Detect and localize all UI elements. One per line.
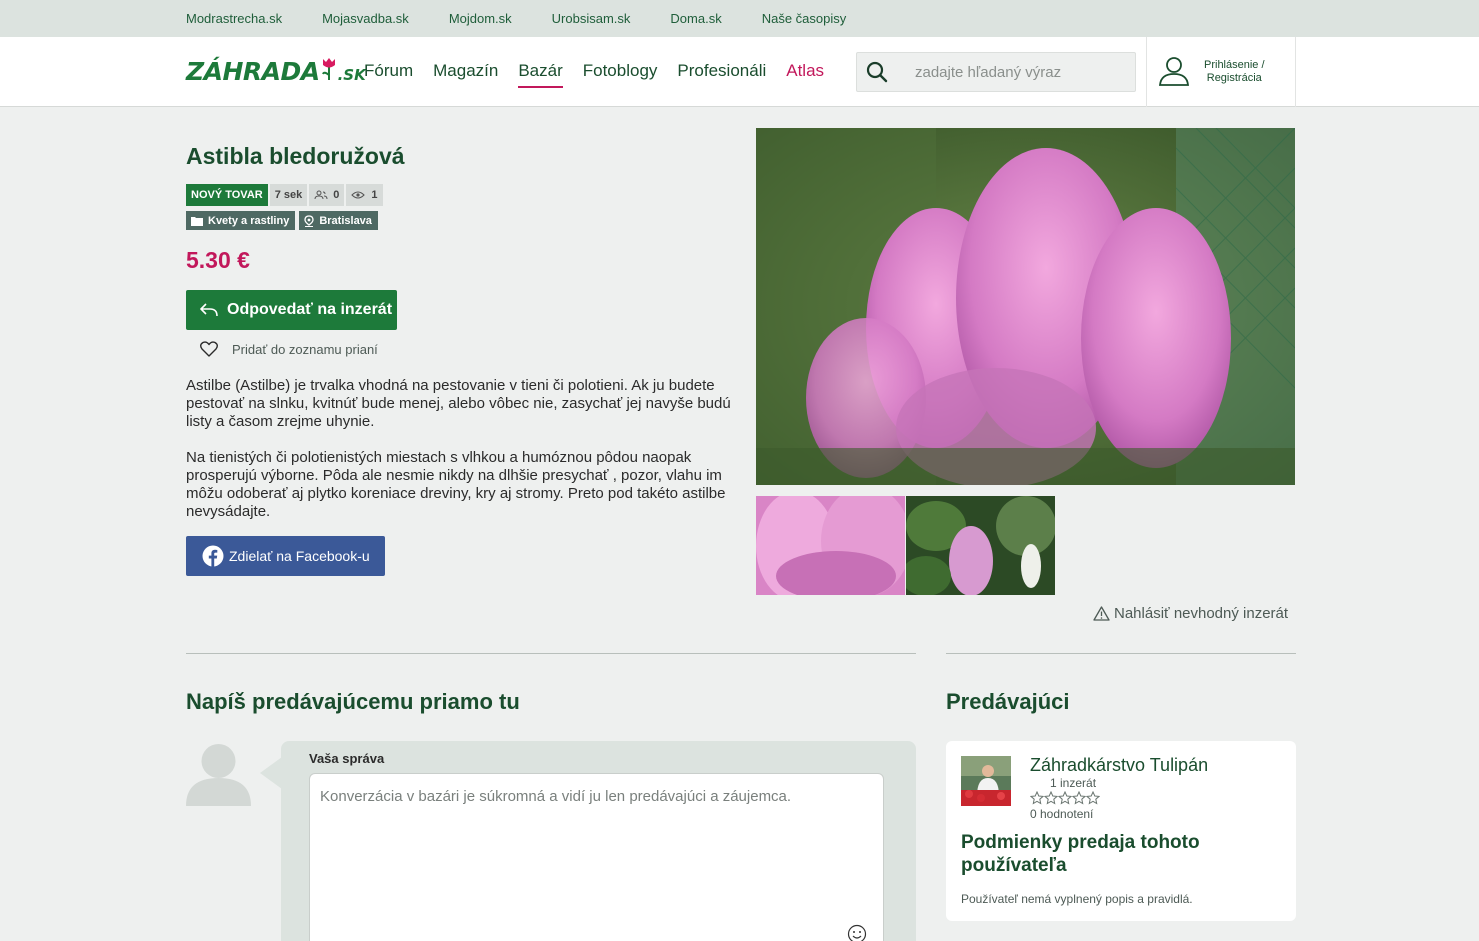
nav-item-forum[interactable]: Fórum xyxy=(364,61,413,84)
seller-rating-stars xyxy=(1030,791,1100,805)
star-icon xyxy=(1072,791,1086,805)
network-link-mojasvadba[interactable]: Mojasvadba.sk xyxy=(322,11,409,26)
nav-item-magazin[interactable]: Magazín xyxy=(433,61,498,84)
wishlist-label: Pridať do zoznamu prianí xyxy=(232,341,378,357)
star-icon xyxy=(1058,791,1072,805)
network-links: Modrastrecha.sk Mojasvadba.sk Mojdom.sk … xyxy=(186,0,886,37)
reply-button-label: Odpovedať na inzerát xyxy=(227,301,393,318)
facebook-share-label: Zdielať na Facebook-u xyxy=(229,548,370,564)
network-link-modrastrecha[interactable]: Modrastrecha.sk xyxy=(186,11,282,26)
site-header: ZÁHRADA .SK Fórum Magazín Bazár Fotoblog… xyxy=(0,37,1479,107)
photo-thumbnail[interactable] xyxy=(906,496,1055,595)
location-tag[interactable]: Bratislava xyxy=(299,211,378,230)
nav-item-bazar[interactable]: Bazár xyxy=(518,61,564,88)
seller-terms-title: Podmienky predaja tohoto používateľa xyxy=(961,832,1200,876)
followers-icon xyxy=(314,190,328,200)
followers-count: 0 xyxy=(333,189,340,201)
seller-rating-count[interactable]: 0 hodnotení xyxy=(1030,807,1093,821)
logo-tld: .SK xyxy=(337,66,366,84)
seller-avatar[interactable] xyxy=(961,756,1011,806)
new-item-badge: NOVÝ TOVAR xyxy=(186,184,268,206)
seller-listing-count[interactable]: 1 inzerát xyxy=(1050,776,1096,790)
listing-description: Astilbe (Astilbe) je trvalka vhodná na p… xyxy=(186,377,736,539)
description-paragraph: Na tienistých či polotienistých miestach… xyxy=(186,449,726,520)
facebook-share-button[interactable]: Zdielať na Facebook-u xyxy=(186,536,385,576)
network-link-doma[interactable]: Doma.sk xyxy=(670,11,721,26)
facebook-icon xyxy=(202,545,224,567)
views-badge: 1 xyxy=(346,184,383,206)
logo-text: ZÁHRADA xyxy=(186,56,320,86)
user-avatar-placeholder xyxy=(186,741,251,806)
nav-item-atlas[interactable]: Atlas xyxy=(786,61,824,84)
location-pin-icon xyxy=(304,214,314,227)
age-badge: 7 sek xyxy=(269,184,308,206)
emoji-icon[interactable] xyxy=(847,924,867,941)
message-field-label: Vaša správa xyxy=(309,751,385,766)
reply-icon xyxy=(200,303,218,317)
description-paragraph: Astilbe (Astilbe) je trvalka vhodná na p… xyxy=(186,377,731,430)
report-label: Nahlásiť nevhodný inzerát xyxy=(1114,605,1289,622)
folder-icon xyxy=(191,216,203,226)
tulip-icon xyxy=(321,57,337,86)
listing-tags: Kvety a rastliny Bratislava xyxy=(186,211,382,230)
warning-icon xyxy=(1093,606,1110,621)
login-label[interactable]: Prihlásenie / Registrácia xyxy=(1204,59,1265,85)
nav-item-fotoblogy[interactable]: Fotoblogy xyxy=(583,61,658,84)
category-tag[interactable]: Kvety a rastliny xyxy=(186,211,296,230)
main-photo[interactable] xyxy=(756,128,1295,485)
login-label-line1: Prihlásenie / xyxy=(1204,59,1265,71)
site-logo[interactable]: ZÁHRADA .SK xyxy=(186,51,366,91)
star-icon xyxy=(1030,791,1044,805)
seller-name[interactable]: Záhradkárstvo Tulipán xyxy=(1030,755,1208,776)
seller-terms-text: Používateľ nemá vyplnený popis a pravidl… xyxy=(961,892,1193,906)
nav-item-profesionali[interactable]: Profesionáli xyxy=(677,61,766,84)
network-link-mojdom[interactable]: Mojdom.sk xyxy=(449,11,512,26)
divider xyxy=(946,653,1296,654)
search-icon[interactable] xyxy=(857,61,897,83)
search-box xyxy=(856,52,1136,92)
star-icon xyxy=(1044,791,1058,805)
star-icon xyxy=(1086,791,1100,805)
category-label: Kvety a rastliny xyxy=(208,214,290,227)
message-textarea[interactable] xyxy=(309,773,884,941)
divider xyxy=(186,653,916,654)
listing-title: Astibla bledoružová xyxy=(186,143,405,169)
message-heading: Napíš predávajúcemu priamo tu xyxy=(186,689,520,714)
login-link[interactable]: Prihlásenie / Registrácia xyxy=(1146,37,1296,107)
message-bubble-arrow xyxy=(260,757,282,789)
listing-price: 5.30 € xyxy=(186,247,250,273)
eye-icon xyxy=(351,191,366,199)
views-count: 1 xyxy=(371,189,378,201)
network-bar: Modrastrecha.sk Mojasvadba.sk Mojdom.sk … xyxy=(0,0,1479,37)
seller-card: Záhradkárstvo Tulipán 1 inzerát 0 hodnot… xyxy=(946,741,1296,921)
login-label-line2: Registrácia xyxy=(1206,72,1262,84)
seller-heading: Predávajúci xyxy=(946,689,1070,714)
network-link-nase-casopisy[interactable]: Naše časopisy xyxy=(762,11,847,26)
network-link-urobsisam[interactable]: Urobsisam.sk xyxy=(552,11,631,26)
listing-meta: NOVÝ TOVAR 7 sek 0 1 xyxy=(186,184,385,206)
wishlist-link[interactable]: Pridať do zoznamu prianí xyxy=(200,341,378,357)
report-link[interactable]: Nahlásiť nevhodný inzerát xyxy=(1093,605,1288,622)
user-icon xyxy=(1158,54,1190,91)
main-nav: Fórum Magazín Bazár Fotoblogy Profesioná… xyxy=(364,37,844,107)
heart-icon xyxy=(200,341,218,357)
location-label: Bratislava xyxy=(319,214,372,227)
search-input[interactable] xyxy=(897,63,1127,81)
photo-thumbnail[interactable] xyxy=(756,496,905,595)
followers-badge: 0 xyxy=(309,184,345,206)
reply-button[interactable]: Odpovedať na inzerát xyxy=(186,290,397,330)
